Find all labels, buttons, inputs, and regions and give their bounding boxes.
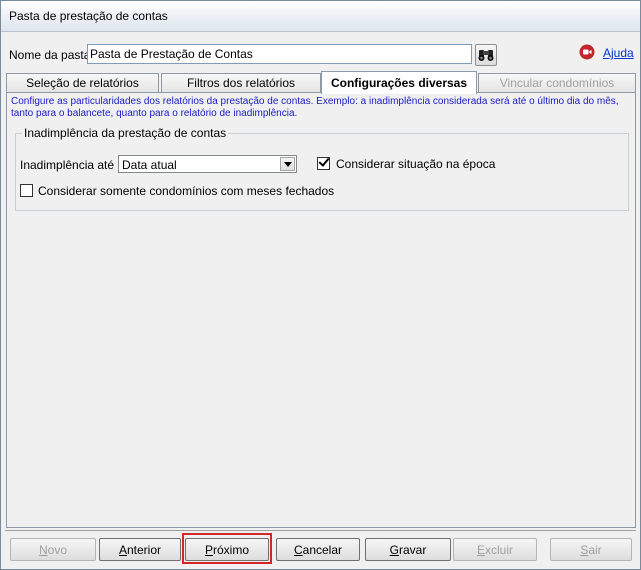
novo-accel: N: [38, 543, 48, 557]
tab-panel: Configure as particularidades dos relató…: [6, 92, 636, 528]
anterior-accel: A: [118, 543, 127, 557]
excluir-label-rest: xcluir: [485, 543, 514, 557]
bottom-separator: [5, 530, 636, 531]
tab-strip: Seleção de relatórios Filtros dos relató…: [6, 71, 637, 94]
cancelar-label-rest: ancelar: [302, 543, 343, 557]
sair-button[interactable]: Sair: [550, 538, 632, 561]
title-bar: Pasta de prestação de contas: [1, 1, 640, 32]
chevron-down-icon[interactable]: [280, 157, 295, 171]
sair-label-rest: air: [588, 543, 602, 557]
anterior-label-rest: nterior: [127, 543, 162, 557]
meses-fechados-label[interactable]: Considerar somente condomínios com meses…: [38, 184, 334, 198]
panel-description: Configure as particularidades dos relató…: [11, 96, 619, 119]
proximo-accel: P: [204, 543, 213, 557]
checkmark-icon: [318, 155, 330, 167]
gravar-button[interactable]: Gravar: [365, 538, 451, 561]
proximo-button[interactable]: Próximo: [185, 538, 269, 561]
gravar-label-rest: ravar: [399, 543, 427, 557]
select-value: Data atual: [122, 158, 177, 172]
cancelar-button[interactable]: Cancelar: [276, 538, 360, 561]
considerar-epoca-checkbox[interactable]: [317, 155, 330, 170]
search-button[interactable]: [475, 44, 497, 66]
excluir-button[interactable]: Excluir: [453, 538, 537, 561]
inadimplencia-group: Inadimplência da prestação de contas Ina…: [15, 126, 629, 211]
window-title: Pasta de prestação de contas: [9, 9, 168, 23]
gravar-accel: G: [389, 543, 399, 557]
meses-fechados-checkbox[interactable]: [20, 184, 33, 197]
novo-button[interactable]: Novo: [10, 538, 96, 561]
tab-configuracoes-diversas[interactable]: Configurações diversas: [321, 71, 477, 94]
dialog-window: Pasta de prestação de contas Nome da pas…: [0, 0, 641, 570]
inadimplencia-label: Inadimplência até: [20, 158, 115, 172]
folder-name-row: Nome da pasta: Ajuda: [9, 44, 634, 66]
group-title: Inadimplência da prestação de contas: [22, 126, 229, 140]
binoculars-icon: [478, 50, 494, 61]
anterior-button[interactable]: Anterior: [99, 538, 181, 561]
folder-name-input[interactable]: [87, 44, 472, 64]
excluir-accel: E: [476, 543, 485, 557]
tab-selecao-relatorios[interactable]: Seleção de relatórios: [6, 73, 159, 92]
novo-label-rest: ovo: [47, 543, 68, 557]
proximo-label-rest: róximo: [213, 543, 250, 557]
cancelar-accel: C: [293, 543, 303, 557]
considerar-epoca-label[interactable]: Considerar situação na época: [336, 157, 495, 171]
help-video-icon[interactable]: [579, 44, 595, 60]
tab-filtros-relatorios[interactable]: Filtros dos relatórios: [161, 73, 321, 92]
folder-name-label: Nome da pasta:: [9, 48, 94, 62]
help-link[interactable]: Ajuda: [603, 46, 634, 60]
inadimplencia-select[interactable]: Data atual: [118, 155, 297, 173]
tab-vincular-condominios[interactable]: Vincular condomínios: [478, 73, 636, 92]
